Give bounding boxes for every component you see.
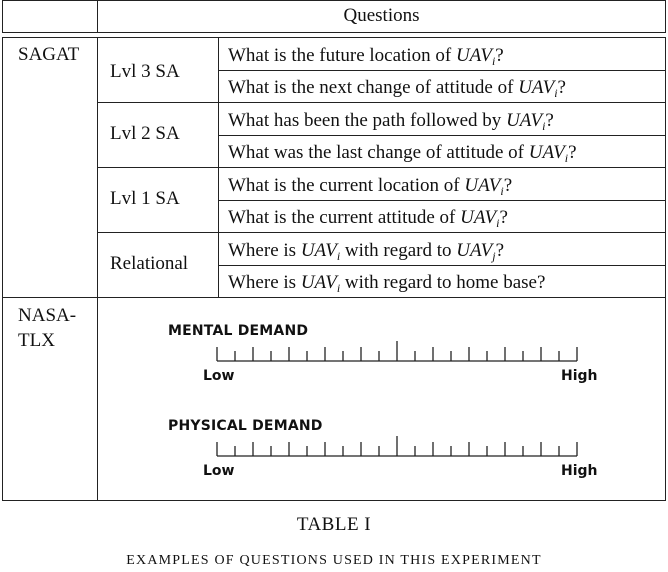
rule-q-3 xyxy=(218,200,666,201)
question-row: What is the future location of UAVi? xyxy=(228,45,504,68)
question-row: What has been the path followed by UAVi? xyxy=(228,110,554,133)
level-label: Relational xyxy=(110,253,189,274)
section-nasa-label-line1: NASA- xyxy=(18,305,77,326)
rule-body-top xyxy=(2,37,666,38)
rule-group-2 xyxy=(97,167,666,168)
physical-demand-high-label: High xyxy=(561,463,598,479)
level-label: Lvl 2 SA xyxy=(110,123,180,144)
physical-demand-low-label: Low xyxy=(203,463,235,479)
mental-demand-title: MENTAL DEMAND xyxy=(168,323,309,339)
rule-right-body xyxy=(665,37,666,501)
rule-right xyxy=(665,0,666,33)
rule-header-bottom xyxy=(2,32,666,33)
question-row: What was the last change of attitude of … xyxy=(228,142,577,165)
question-row: What is the current attitude of UAVi? xyxy=(228,207,508,230)
section-sagat-label: SAGAT xyxy=(18,44,80,65)
rule-q-4 xyxy=(218,265,666,266)
physical-demand-title: PHYSICAL DEMAND xyxy=(168,418,323,434)
rule-left xyxy=(2,0,3,33)
table-figure: Questions SAGAT NASA- TLX Lvl 3 SA Lvl 2… xyxy=(0,0,668,572)
question-row: What is the next change of attitude of U… xyxy=(228,77,566,100)
mental-demand-scale xyxy=(216,341,578,362)
table-caption-subtitle: EXAMPLES OF QUESTIONS USED IN THIS EXPER… xyxy=(126,553,542,568)
table-caption-title: TABLE I xyxy=(296,514,372,535)
mental-demand-low-label: Low xyxy=(203,368,235,384)
rule-group-1 xyxy=(97,102,666,103)
mental-demand-high-label: High xyxy=(561,368,598,384)
level-label: Lvl 1 SA xyxy=(110,188,180,209)
rule-q-1 xyxy=(218,70,666,71)
questions-header: Questions xyxy=(343,5,420,26)
level-label: Lvl 3 SA xyxy=(110,61,180,82)
rule-sagat-bottom xyxy=(2,297,666,298)
rule-left-body xyxy=(2,37,3,501)
physical-demand-scale xyxy=(216,436,578,457)
rule-group-3 xyxy=(97,232,666,233)
question-row: What is the current location of UAVi? xyxy=(228,175,513,198)
rule-top xyxy=(2,0,666,1)
rule-col1-body xyxy=(97,37,98,501)
question-row: Where is UAVi with regard to UAVj? xyxy=(228,240,505,263)
rule-bottom xyxy=(2,500,666,501)
section-nasa-label-line2: TLX xyxy=(18,330,55,351)
rule-q-2 xyxy=(218,135,666,136)
question-row: Where is UAVi with regard to home base? xyxy=(228,272,546,295)
